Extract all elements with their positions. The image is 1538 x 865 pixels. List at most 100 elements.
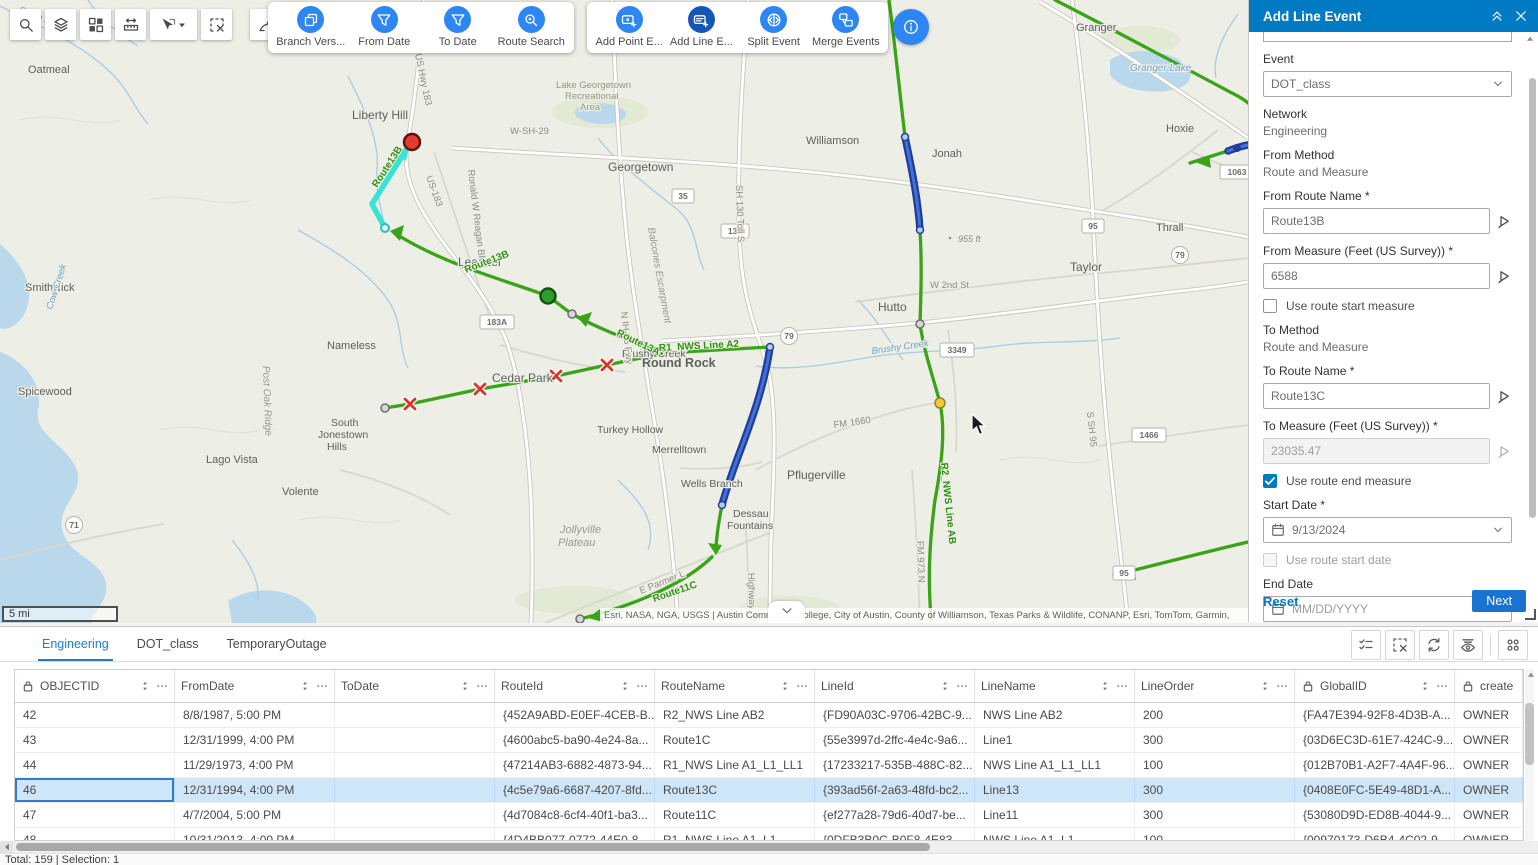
table-cell[interactable] xyxy=(335,803,495,827)
select-tool-button[interactable] xyxy=(150,9,197,40)
hide-fields-button[interactable] xyxy=(1453,630,1483,660)
column-menu-icon[interactable] xyxy=(1276,680,1288,692)
table-cell[interactable]: {452A9ABD-E0EF-4CEB-B... xyxy=(495,703,655,727)
scroll-up-arrow-icon[interactable] xyxy=(1525,670,1537,682)
table-cell[interactable] xyxy=(335,778,495,802)
table-cell[interactable]: 8/8/1987, 5:00 PM xyxy=(175,703,335,727)
table-cell[interactable]: R1_NWS Line A1_L1... xyxy=(655,828,815,841)
table-cell[interactable] xyxy=(335,728,495,752)
event-select[interactable]: DOT_class xyxy=(1263,71,1512,97)
table-cell[interactable]: Line13 xyxy=(975,778,1135,802)
table-cell[interactable]: 42 xyxy=(15,703,175,727)
table-cell[interactable]: {55e3997d-2ffc-4e4c-9a6... xyxy=(815,728,975,752)
table-cell[interactable]: OWNER xyxy=(1455,778,1523,802)
table-cell[interactable]: {03D6EC3D-61E7-424C-9... xyxy=(1295,728,1455,752)
sort-icon[interactable] xyxy=(779,680,791,692)
split-event-button[interactable]: Split Event xyxy=(738,5,810,50)
table-horizontal-scrollbar[interactable] xyxy=(0,841,1538,853)
route-search-button[interactable]: Route Search xyxy=(495,5,569,50)
table-cell[interactable]: 46 xyxy=(15,778,175,802)
column-header-linename[interactable]: LineName xyxy=(975,670,1135,702)
use-route-start-measure-checkbox[interactable]: Use route start measure xyxy=(1263,299,1512,313)
table-row[interactable]: 4612/31/1994, 4:00 PM {4c5e79a6-6687-4207… xyxy=(15,778,1523,803)
table-cell[interactable]: NWS Line A1_L1... xyxy=(975,828,1135,841)
panel-scrollbar[interactable] xyxy=(1529,46,1536,582)
measure-tool-button[interactable] xyxy=(115,9,146,40)
table-cell[interactable]: 4/7/2004, 5:00 PM xyxy=(175,803,335,827)
sort-icon[interactable] xyxy=(1259,680,1271,692)
column-header-todate[interactable]: ToDate xyxy=(335,670,495,702)
table-cell[interactable]: 43 xyxy=(15,728,175,752)
sort-icon[interactable] xyxy=(939,680,951,692)
tab-engineering[interactable]: Engineering xyxy=(28,627,123,661)
to-route-name-input[interactable]: Route13C xyxy=(1263,383,1490,409)
next-button[interactable]: Next xyxy=(1472,590,1526,612)
panel-resize-handle[interactable] xyxy=(1525,609,1536,620)
table-cell[interactable]: R1_NWS Line A1_L1_LL1 xyxy=(655,753,815,777)
column-menu-icon[interactable] xyxy=(796,680,808,692)
column-header-fromdate[interactable]: FromDate xyxy=(175,670,335,702)
add-line-e-button[interactable]: Add Line E... xyxy=(665,5,737,50)
column-menu-icon[interactable] xyxy=(156,680,168,692)
table-row[interactable]: 4810/31/2013, 4:00 PM{4D4BB077-0772-44E0… xyxy=(15,828,1523,841)
basemap-grid-tool-button[interactable] xyxy=(80,9,111,40)
merge-events-button[interactable]: Merge Events xyxy=(810,5,882,50)
table-cell[interactable]: OWNER xyxy=(1455,803,1523,827)
pick-from-route-on-map-icon[interactable] xyxy=(1496,213,1512,229)
column-header-lineid[interactable]: LineId xyxy=(815,670,975,702)
table-cell[interactable]: OWNER xyxy=(1455,828,1523,841)
scrollbar-thumb[interactable] xyxy=(16,843,930,851)
info-button[interactable] xyxy=(893,9,929,45)
close-panel-icon[interactable] xyxy=(1514,9,1528,23)
column-menu-icon[interactable] xyxy=(476,680,488,692)
to-date-button[interactable]: To Date xyxy=(421,5,495,50)
column-header-lineorder[interactable]: LineOrder xyxy=(1135,670,1295,702)
sort-icon[interactable] xyxy=(299,680,311,692)
table-cell[interactable]: Route13C xyxy=(655,778,815,802)
table-cell[interactable]: 10/31/2013, 4:00 PM xyxy=(175,828,335,841)
clear-table-selection-button[interactable] xyxy=(1385,630,1415,660)
table-cell[interactable]: 100 xyxy=(1135,828,1295,841)
table-cell[interactable] xyxy=(335,828,495,841)
pick-from-measure-on-map-icon[interactable] xyxy=(1496,268,1512,284)
table-cell[interactable]: {4c5e79a6-6687-4207-8fd... xyxy=(495,778,655,802)
table-cell[interactable]: 300 xyxy=(1135,803,1295,827)
table-cell[interactable]: 12/31/1994, 4:00 PM xyxy=(175,778,335,802)
table-cell[interactable]: Line11 xyxy=(975,803,1135,827)
scroll-up-arrow-icon[interactable] xyxy=(1524,34,1536,46)
table-cell[interactable]: {012B70B1-A2F7-4A4F-96... xyxy=(1295,753,1455,777)
column-menu-icon[interactable] xyxy=(956,680,968,692)
table-cell[interactable]: NWS Line A1_L1_LL1 xyxy=(975,753,1135,777)
table-cell[interactable]: OWNER xyxy=(1455,728,1523,752)
column-header-routename[interactable]: RouteName xyxy=(655,670,815,702)
table-cell[interactable]: 48 xyxy=(15,828,175,841)
table-cell[interactable]: NWS Line AB2 xyxy=(975,703,1135,727)
table-row[interactable]: 4312/31/1999, 4:00 PM{4600abc5-ba90-4e24… xyxy=(15,728,1523,753)
scroll-left-arrow-icon[interactable] xyxy=(0,841,13,853)
tab-dot_class[interactable]: DOT_class xyxy=(123,627,213,661)
table-cell[interactable]: Line1 xyxy=(975,728,1135,752)
table-cell[interactable]: {FD90A03C-9706-42BC-9... xyxy=(815,703,975,727)
table-cell[interactable]: 47 xyxy=(15,803,175,827)
table-cell[interactable]: {0DFB3B0C-B0F8-4E83-... xyxy=(815,828,975,841)
column-menu-icon[interactable] xyxy=(316,680,328,692)
layers-tool-button[interactable] xyxy=(45,9,76,40)
map-canvas[interactable]: 183A130359579793349146671951063 OatmealL… xyxy=(0,0,1248,623)
add-point-e-button[interactable]: Add Point E... xyxy=(593,5,665,50)
branch-vers-button[interactable]: Branch Vers... xyxy=(274,5,348,50)
sort-icon[interactable] xyxy=(1099,680,1111,692)
table-cell[interactable]: {FA47E394-92F8-4D3B-A... xyxy=(1295,703,1455,727)
from-measure-input[interactable]: 6588 xyxy=(1263,263,1490,289)
table-cell[interactable]: OWNER xyxy=(1455,753,1523,777)
table-cell[interactable]: 300 xyxy=(1135,728,1295,752)
table-cell[interactable]: {00970173-D6B4-4C02-9... xyxy=(1295,828,1455,841)
table-cell[interactable]: OWNER xyxy=(1455,703,1523,727)
table-cell[interactable]: {47214AB3-6882-4873-94... xyxy=(495,753,655,777)
column-menu-icon[interactable] xyxy=(1116,680,1128,692)
column-menu-icon[interactable] xyxy=(1436,680,1448,692)
table-cell[interactable]: {53080D9D-ED8B-4044-9... xyxy=(1295,803,1455,827)
from-date-button[interactable]: From Date xyxy=(348,5,422,50)
table-cell[interactable]: {0408E0FC-5E49-48D1-A... xyxy=(1295,778,1455,802)
table-cell[interactable]: 44 xyxy=(15,753,175,777)
table-cell[interactable]: Route11C xyxy=(655,803,815,827)
